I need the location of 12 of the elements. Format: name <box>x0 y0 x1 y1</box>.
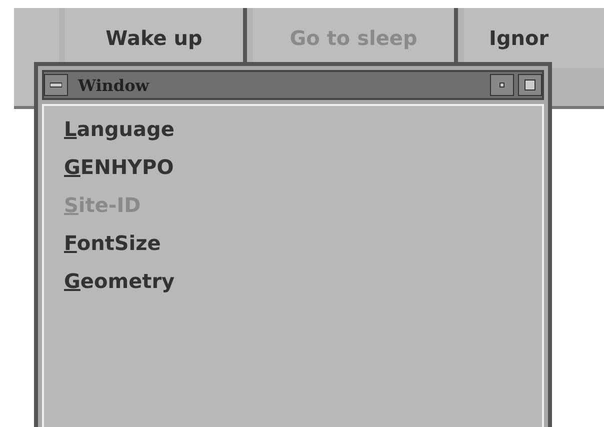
menu-icon <box>50 81 62 89</box>
window-title: Window <box>76 76 150 94</box>
window-menu-button[interactable] <box>44 74 68 96</box>
minimize-button[interactable] <box>490 74 514 96</box>
menu-item[interactable]: Language <box>64 112 174 150</box>
maximize-button[interactable] <box>518 74 542 96</box>
menu-item[interactable]: FontSize <box>64 226 161 264</box>
minimize-icon <box>498 81 506 89</box>
maximize-icon <box>524 79 536 91</box>
menu-item[interactable]: Geometry <box>64 264 175 302</box>
bar-button[interactable]: Ignor <box>464 8 604 68</box>
menu-item[interactable]: GENHYPO <box>64 150 174 188</box>
